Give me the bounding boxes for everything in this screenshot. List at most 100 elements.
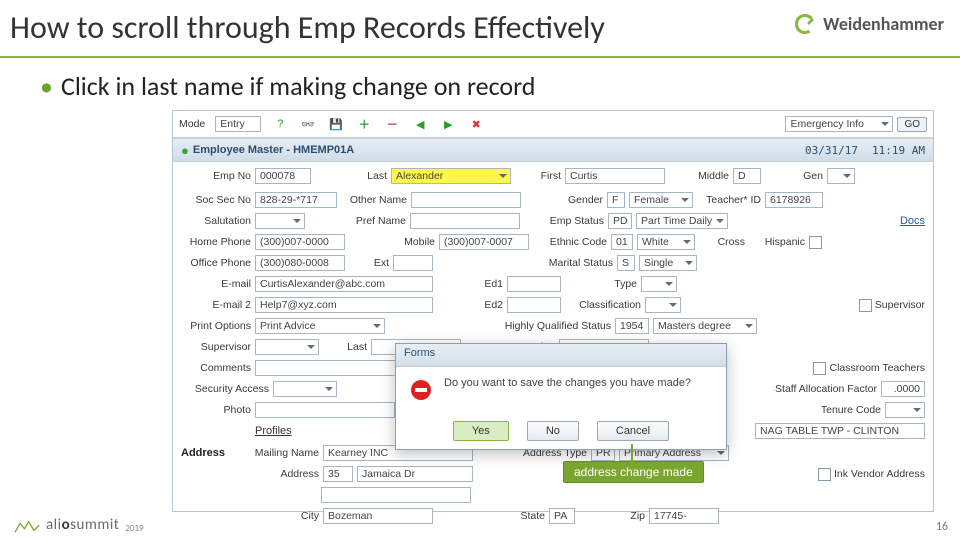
comments-label: Comments: [181, 362, 251, 374]
app-toolbar: Mode Entry ? 👓 💾 ＋ － ◀ ▶ ✖ Emergency Inf…: [173, 111, 933, 138]
ophone-field[interactable]: (300)080-0008: [255, 255, 345, 271]
marital-label: Marital Status: [537, 257, 613, 269]
hq-field[interactable]: 1954: [615, 318, 649, 334]
class-field[interactable]: [645, 297, 681, 313]
email1-field[interactable]: CurtisAlexander@abc.com: [255, 276, 433, 292]
marital-desc[interactable]: Single: [639, 255, 697, 271]
gender-desc[interactable]: Female: [629, 192, 693, 208]
mode-field[interactable]: Entry: [215, 116, 261, 132]
other-field[interactable]: [411, 192, 521, 208]
status-dot-icon: ●: [181, 143, 189, 158]
ssn-field[interactable]: 828-29-*717: [255, 192, 337, 208]
help-icon[interactable]: ?: [271, 115, 289, 133]
state-label: State: [507, 510, 545, 522]
ed1-field[interactable]: [507, 276, 561, 292]
addr-num-field[interactable]: 35: [323, 466, 353, 482]
sec-field[interactable]: [273, 381, 337, 397]
dialog-message: Do you want to save the changes you have…: [444, 377, 691, 389]
divider: [0, 56, 960, 58]
binoculars-icon[interactable]: 👓: [299, 115, 317, 133]
mobile-field[interactable]: (300)007-0007: [439, 234, 529, 250]
brand-mark-icon: [793, 12, 817, 36]
staff-field[interactable]: .0000: [881, 381, 925, 397]
vendor-label: Ink Vendor Address: [834, 468, 925, 480]
window-date: 03/31/17: [805, 144, 858, 157]
stop-icon: [408, 377, 434, 403]
salutation-field[interactable]: [255, 213, 305, 229]
gender-label: Gender: [557, 194, 603, 206]
gender-field[interactable]: F: [607, 192, 625, 208]
middle-label: Middle: [691, 170, 729, 182]
teacher-label: Teacher* ID: [703, 194, 761, 206]
ext-field[interactable]: [393, 255, 433, 271]
addr2-field[interactable]: [321, 487, 471, 503]
brand-logo: Weidenhammer: [793, 12, 944, 36]
go-button[interactable]: GO: [897, 117, 927, 132]
save-icon[interactable]: 💾: [327, 115, 345, 133]
print-label: Print Options: [181, 320, 251, 332]
first-field[interactable]: Curtis: [565, 168, 665, 184]
hispanic-check[interactable]: [809, 236, 822, 249]
add-icon[interactable]: ＋: [355, 115, 373, 133]
print-field[interactable]: Print Advice: [255, 318, 385, 334]
callout-address-change: address change made: [563, 461, 704, 483]
middle-field[interactable]: D: [733, 168, 761, 184]
tenure-field[interactable]: [885, 402, 925, 418]
quicknav-select[interactable]: Emergency Info: [785, 116, 893, 132]
photo-field[interactable]: [255, 402, 395, 418]
email2-field[interactable]: Help7@xyz.com: [255, 297, 433, 313]
supervisor-field[interactable]: [255, 339, 319, 355]
page-number: 16: [936, 520, 948, 534]
supervisor-chk-label: Supervisor: [875, 299, 925, 311]
salutation-label: Salutation: [181, 215, 251, 227]
dialog-yes-button[interactable]: Yes: [453, 421, 509, 441]
class-teach-label: Classroom Teachers: [829, 362, 925, 374]
dialog-cancel-button[interactable]: Cancel: [597, 421, 669, 441]
ed2-field[interactable]: [507, 297, 561, 313]
estat-field[interactable]: PD: [608, 213, 632, 229]
gen-label: Gen: [797, 170, 823, 182]
addr-street-field[interactable]: Jamaica Dr: [357, 466, 473, 482]
footer-logo: aliosummit 2019: [14, 516, 144, 534]
teacher-field[interactable]: 6178926: [765, 192, 823, 208]
city-label: City: [247, 510, 319, 522]
estat-desc[interactable]: Part Time Daily: [636, 213, 728, 229]
state-field[interactable]: PA: [549, 508, 575, 524]
dialog-title: Forms: [396, 344, 726, 367]
delete-icon[interactable]: －: [383, 115, 401, 133]
gen-field[interactable]: [827, 168, 855, 184]
marital-field[interactable]: S: [617, 255, 635, 271]
ethnic-field[interactable]: 01: [611, 234, 633, 250]
cancel-icon[interactable]: ✖: [467, 115, 485, 133]
mailing-label: Mailing Name: [247, 447, 319, 459]
pref-field[interactable]: [410, 213, 520, 229]
zip-field[interactable]: 17745-: [649, 508, 719, 524]
photo-label: Photo: [181, 404, 251, 416]
email1-label: E-mail: [181, 278, 251, 290]
class-teach-check[interactable]: [813, 362, 826, 375]
vendor-check[interactable]: [818, 468, 831, 481]
mode-label: Mode: [179, 118, 205, 130]
cross-label: Cross: [709, 236, 745, 248]
empno-field[interactable]: 000078: [255, 168, 311, 184]
profiles-link[interactable]: Profiles: [255, 425, 292, 437]
window-time: 11:19 AM: [872, 144, 925, 157]
address-section-label: Address: [181, 447, 243, 459]
hq-desc[interactable]: Masters degree: [653, 318, 757, 334]
type-field[interactable]: [641, 276, 677, 292]
ethnic-desc[interactable]: White: [637, 234, 695, 250]
pref-label: Pref Name: [341, 215, 406, 227]
supervisor-check[interactable]: [859, 299, 872, 312]
city-field[interactable]: Bozeman: [323, 508, 433, 524]
sec-label: Security Access: [181, 383, 269, 395]
window-title: Employee Master - HMEMP01A: [193, 144, 354, 156]
docs-link[interactable]: Docs: [900, 215, 925, 227]
ophone-label: Office Phone: [181, 257, 251, 269]
dialog-no-button[interactable]: No: [527, 421, 579, 441]
last-field[interactable]: Alexander: [391, 168, 511, 184]
next-icon[interactable]: ▶: [439, 115, 457, 133]
tenure-label: Tenure Code: [811, 404, 881, 416]
prev-icon[interactable]: ◀: [411, 115, 429, 133]
save-changes-dialog: Forms Do you want to save the changes yo…: [395, 343, 727, 450]
hphone-field[interactable]: (300)007-0000: [255, 234, 345, 250]
